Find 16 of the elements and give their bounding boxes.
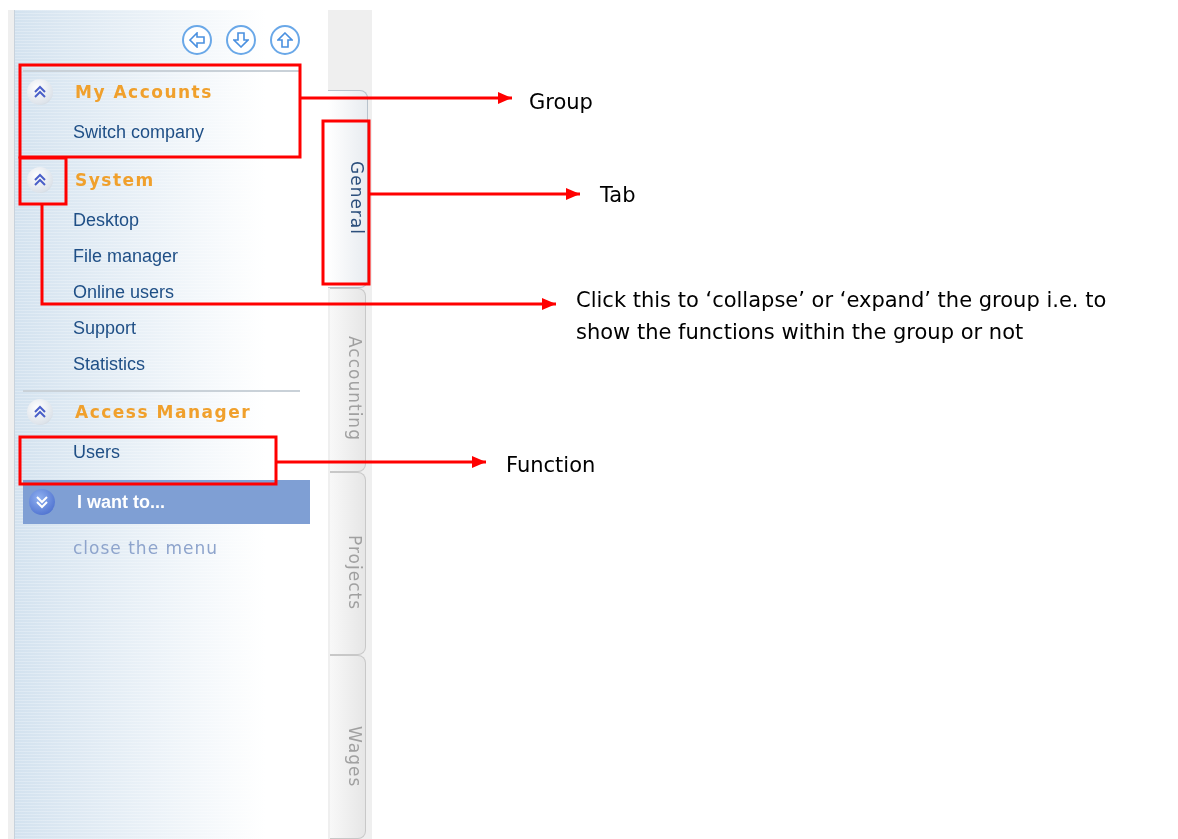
menu-item[interactable]: Statistics xyxy=(73,354,300,390)
menu-item[interactable]: Support xyxy=(73,318,300,354)
menu-item[interactable]: File manager xyxy=(73,246,300,282)
group-title: System xyxy=(75,170,155,190)
menu-item[interactable]: Online users xyxy=(73,282,300,318)
annotation-label: Click this to ‘collapse’ or ‘expand’ the group i.e. to show the functions within the group or not xyxy=(576,287,1108,346)
group-title: My Accounts xyxy=(75,82,213,102)
menu-item[interactable]: Users xyxy=(73,442,300,478)
tab[interactable]: General xyxy=(328,90,368,289)
annotation-label: Function xyxy=(506,452,596,479)
menu-item[interactable]: Desktop xyxy=(73,210,300,246)
group-title: Access Manager xyxy=(75,402,252,422)
annotation-label: Tab xyxy=(600,182,636,209)
menu-item[interactable]: Switch company xyxy=(73,122,300,158)
annotation-label: Group xyxy=(529,89,593,116)
action-title: I want to... xyxy=(77,491,165,513)
